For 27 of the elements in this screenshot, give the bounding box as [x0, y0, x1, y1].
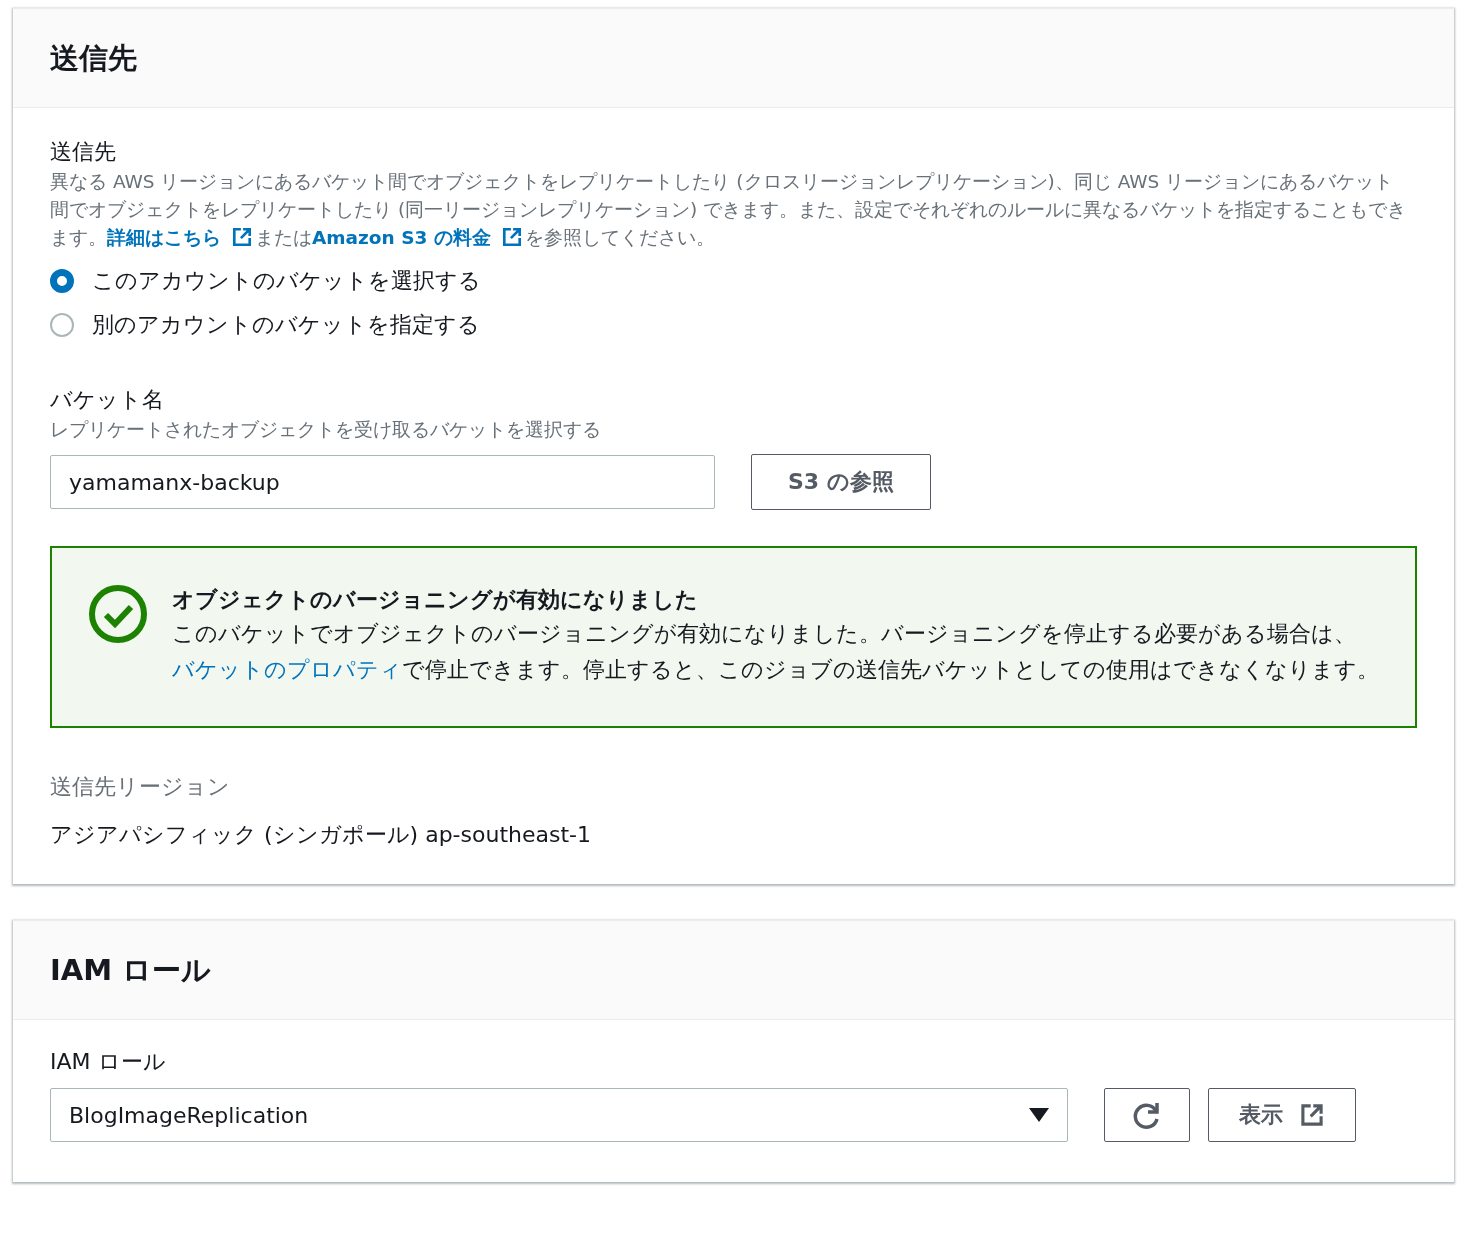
field-label: 送信先	[50, 138, 117, 166]
external-link[interactable]: 詳細はこちら	[107, 227, 255, 248]
bucket-name-field[interactable]: yamamanx-backup	[50, 455, 715, 509]
alert-title: オブジェクトのバージョニングが有効になりました	[172, 586, 699, 614]
field-label: 送信先リージョン	[50, 773, 231, 801]
caret-down-icon	[1029, 1108, 1049, 1122]
radio-option[interactable]: このアカウントのバケットを選択する	[50, 266, 481, 296]
iam-role-select[interactable]: BlogImageReplication	[50, 1088, 1068, 1142]
check-circle-icon	[88, 584, 148, 644]
field-label: IAM ロール	[50, 1048, 167, 1076]
panel-title: IAM ロール	[50, 952, 213, 989]
region-value: アジアパシフィック (シンガポール) ap-southeast-1	[50, 821, 592, 849]
field-description: レプリケートされたオブジェクトを受け取るバケットを選択する	[50, 418, 602, 442]
radio-option[interactable]: 別のアカウントのバケットを指定する	[50, 310, 480, 340]
external-link-icon	[500, 226, 523, 248]
external-link[interactable]: Amazon S3 の料金	[312, 227, 525, 248]
view-button[interactable]: 表示	[1208, 1088, 1356, 1142]
alert-message: このバケットでオブジェクトのバージョニングが有効になりました。バージョニングを停止する必要がある場合は、 バケットのプロパティ で停止できます。停止すると、このジョブの送信先バケットとしての使用はできなくなります。	[172, 620, 1379, 684]
refresh-icon	[1132, 1100, 1162, 1130]
refresh-button[interactable]	[1104, 1088, 1190, 1142]
field-description: 異なる AWS リージョンにあるバケット間でオブジェクトをレプリケートしたり (クロスリージョンレプリケーション)、同じ AWS リージョンにあるバケット間でオブジェクトをレプリケートしたり (同一リージョンレプリケーション) できます。また、設定でそれぞれのルールに異なるバケットを指定することもできます。詳細はこちら またはAmazon S3 の料金 を参照してください。	[50, 170, 1408, 250]
field-label: バケット名	[50, 386, 165, 414]
external-link-icon	[1299, 1102, 1325, 1128]
panel-title: 送信先	[50, 40, 138, 77]
browse-s3-button[interactable]: S3 の参照	[751, 454, 931, 510]
external-link-icon	[231, 226, 253, 248]
properties-link[interactable]: バケットのプロパティ	[172, 657, 402, 682]
